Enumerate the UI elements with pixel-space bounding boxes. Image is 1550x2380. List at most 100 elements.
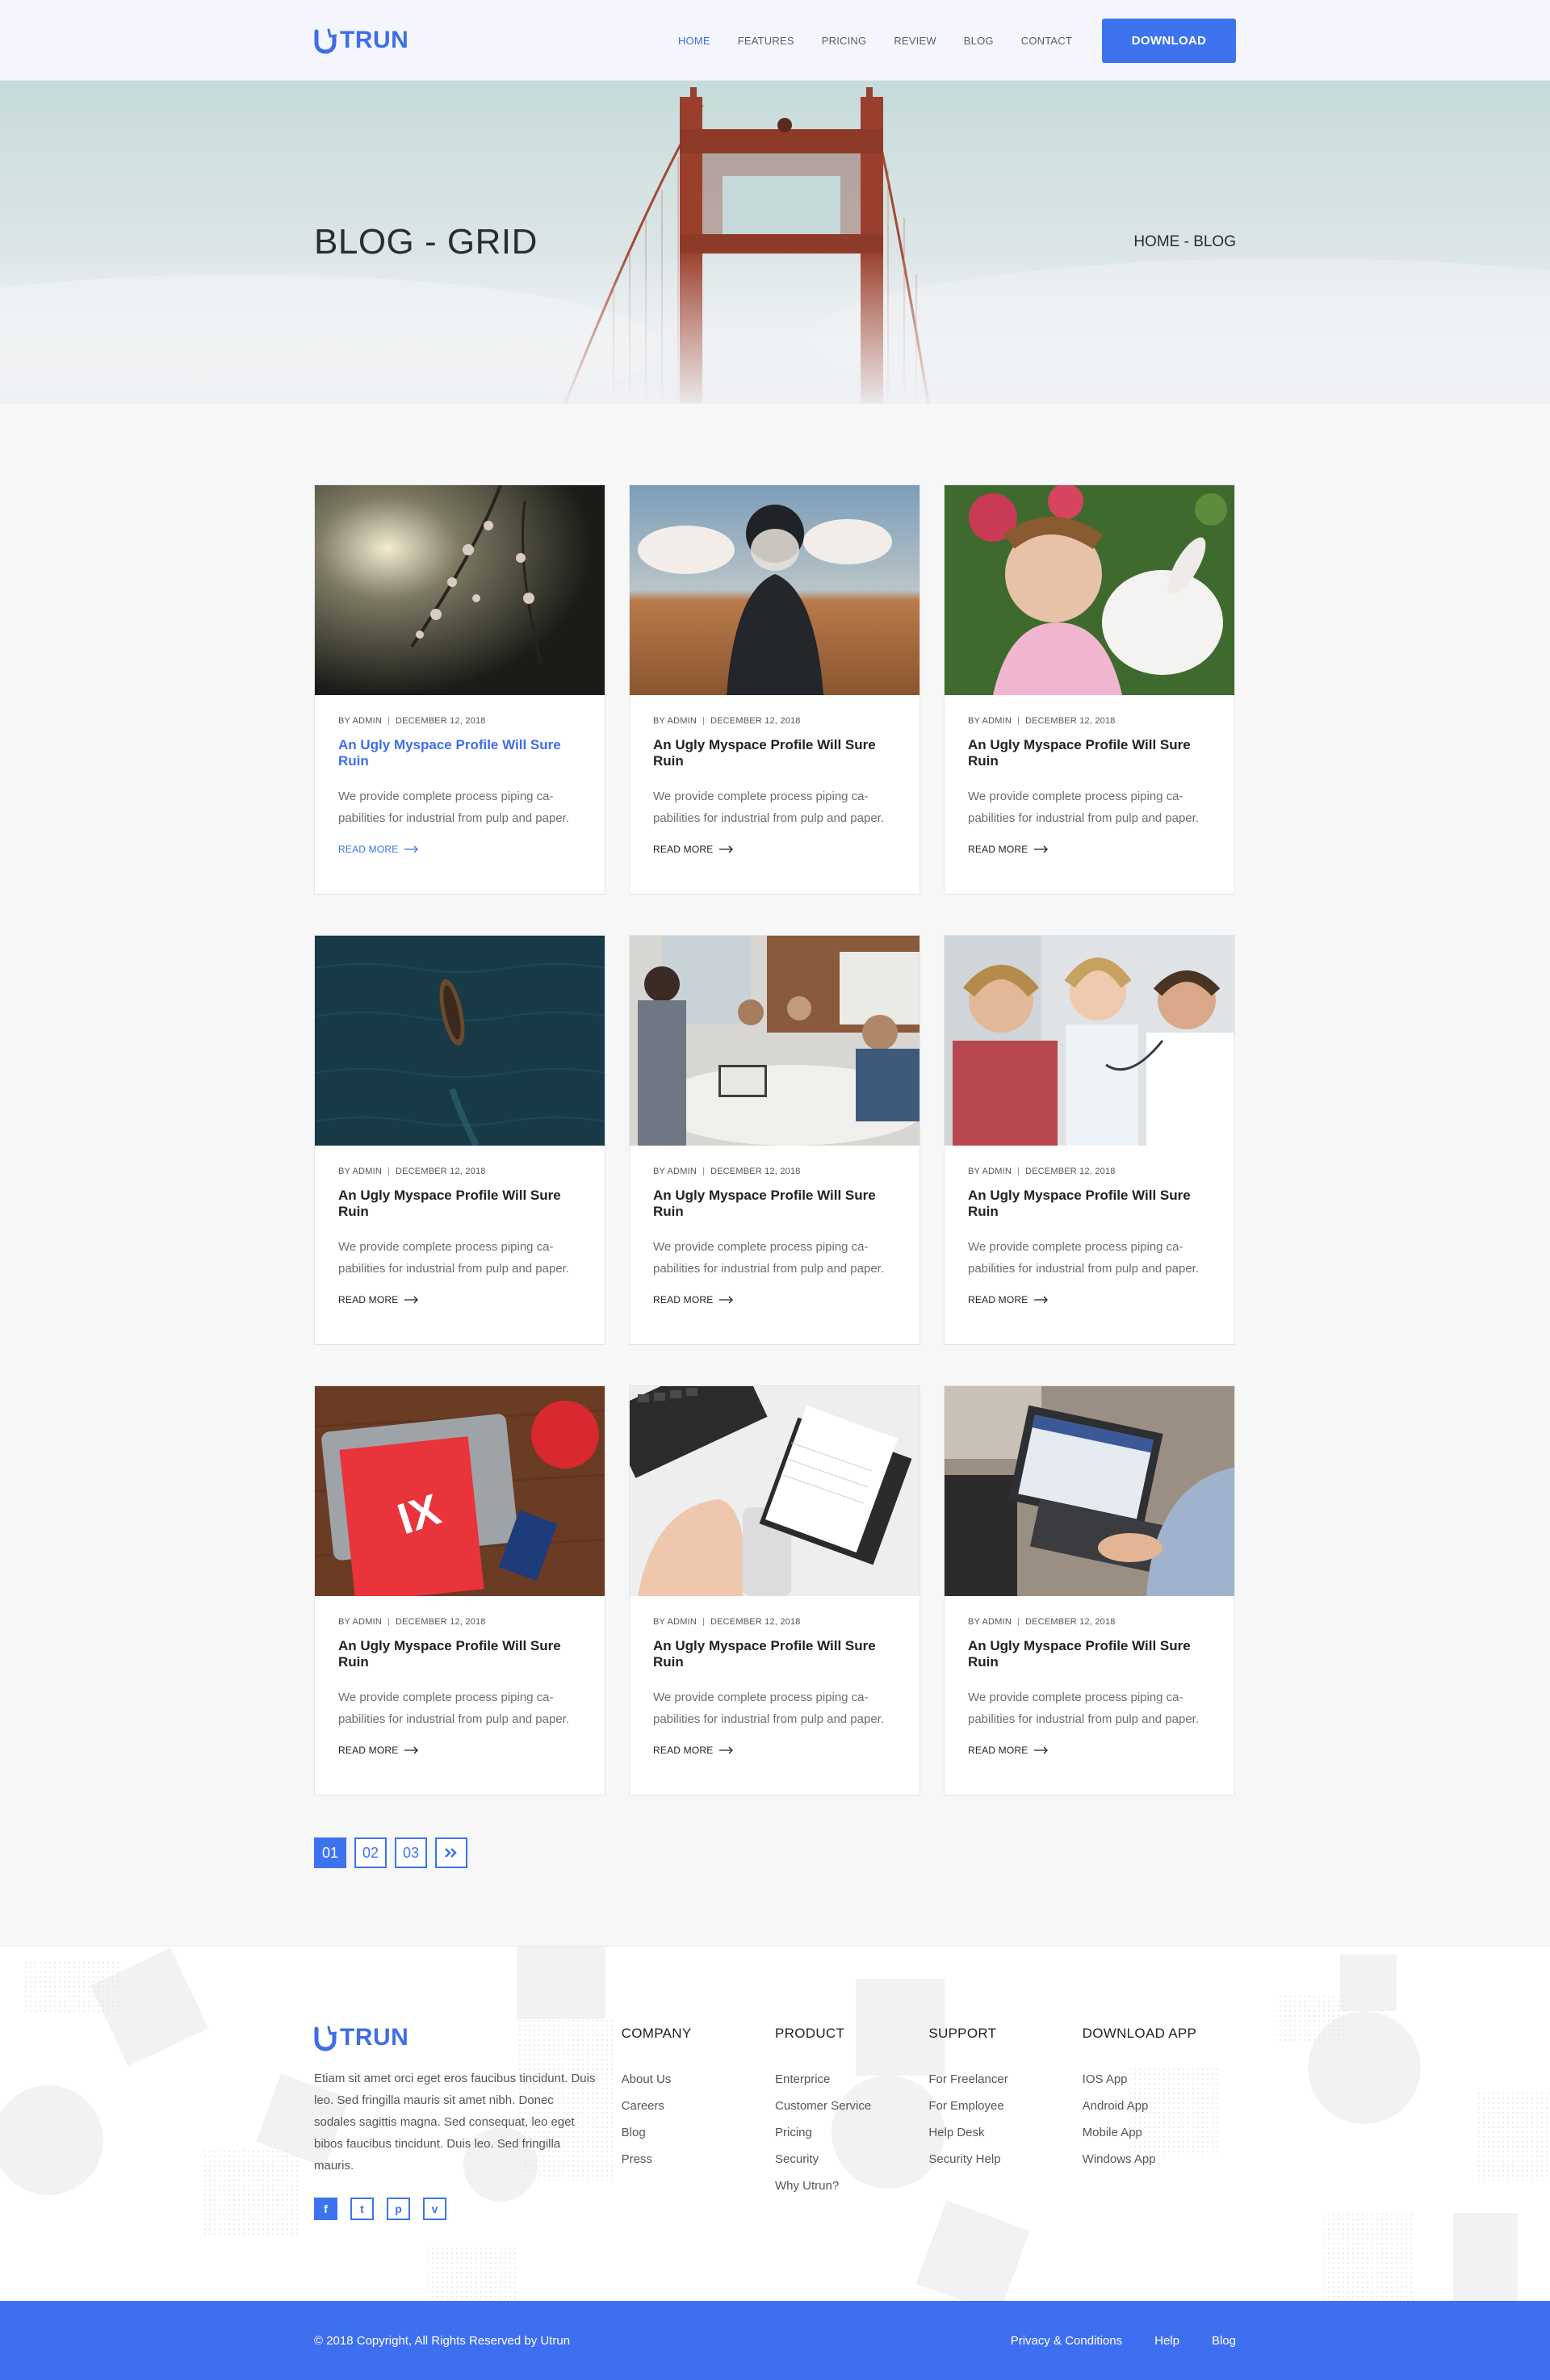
meta-separator	[388, 1618, 389, 1626]
footer-link[interactable]: For Freelancer	[928, 2066, 1082, 2093]
blog-link[interactable]: Blog	[1212, 2334, 1236, 2348]
vimeo-icon[interactable]: v	[423, 2198, 446, 2220]
arrow-right-icon	[1034, 1746, 1049, 1754]
read-more-link[interactable]: READ MORE	[338, 1745, 582, 1756]
post-title[interactable]: An Ugly Myspace Profile Will Sure Ruin	[968, 1188, 1212, 1220]
read-more-link[interactable]: READ MORE	[653, 1294, 897, 1305]
footer-link[interactable]: Mobile App	[1083, 2119, 1236, 2146]
blog-card[interactable]: BY ADMIN DECEMBER 12, 2018 An Ugly Myspac…	[629, 935, 920, 1345]
brand-logo[interactable]: TRUN	[314, 27, 408, 54]
footer-link[interactable]: About Us	[622, 2066, 775, 2093]
post-title[interactable]: An Ugly Myspace Profile Will Sure Ruin	[968, 737, 1212, 769]
footer-link[interactable]: Security	[775, 2146, 928, 2173]
nav-item-contact[interactable]: CONTACT	[1008, 35, 1086, 47]
footer-link[interactable]: Press	[622, 2146, 775, 2173]
post-title[interactable]: An Ugly Myspace Profile Will Sure Ruin	[338, 1638, 582, 1670]
blog-card[interactable]: BY ADMIN DECEMBER 12, 2018 An Ugly Myspac…	[944, 484, 1235, 895]
footer-logo[interactable]: TRUN	[314, 2024, 622, 2051]
post-author[interactable]: BY ADMIN	[338, 716, 382, 726]
nav-item-blog[interactable]: BLOG	[950, 35, 1008, 47]
meta-separator	[1017, 1618, 1019, 1626]
field-girl-photo[interactable]	[630, 485, 920, 695]
help-link[interactable]: Help	[1154, 2334, 1179, 2348]
blog-card[interactable]: BY ADMIN DECEMBER 12, 2018 An Ugly Myspac…	[629, 1385, 920, 1795]
read-more-link[interactable]: READ MORE	[968, 844, 1212, 855]
post-author[interactable]: BY ADMIN	[968, 1617, 1012, 1627]
workspace-photo[interactable]	[630, 1386, 920, 1596]
footer-link[interactable]: Pricing	[775, 2119, 928, 2146]
post-title[interactable]: An Ugly Myspace Profile Will Sure Ruin	[338, 737, 582, 769]
page-button-2[interactable]: 02	[354, 1837, 387, 1868]
footer-link[interactable]: Customer Service	[775, 2093, 928, 2119]
office-meeting-photo[interactable]	[630, 936, 920, 1146]
brand-logo-icon	[314, 2026, 337, 2051]
footer-link[interactable]: Why Utrun?	[775, 2173, 928, 2199]
girl-bunny-photo[interactable]	[945, 485, 1234, 695]
footer-link[interactable]: Enterprice	[775, 2066, 928, 2093]
footer-link[interactable]: Help Desk	[928, 2119, 1082, 2146]
nav-item-features[interactable]: FEATURES	[724, 35, 808, 47]
post-title[interactable]: An Ugly Myspace Profile Will Sure Ruin	[968, 1638, 1212, 1670]
footer-column-title: SUPPORT	[928, 2026, 997, 2041]
post-title[interactable]: An Ugly Myspace Profile Will Sure Ruin	[653, 1638, 897, 1670]
nav-item-review[interactable]: REVIEW	[880, 35, 949, 47]
read-more-link[interactable]: READ MORE	[338, 1294, 582, 1305]
read-more-link[interactable]: READ MORE	[338, 844, 582, 855]
arrow-right-icon	[719, 845, 734, 853]
footer-link[interactable]: Careers	[622, 2093, 775, 2119]
blog-card[interactable]: BY ADMIN DECEMBER 12, 2018 An Ugly Myspac…	[314, 484, 605, 895]
read-more-label: READ MORE	[653, 844, 714, 855]
post-excerpt: We provide complete process piping ca-pa…	[968, 790, 1199, 825]
breadcrumb[interactable]: HOME - BLOG	[1133, 233, 1236, 251]
post-excerpt: We provide complete process piping ca-pa…	[653, 790, 884, 825]
blog-card[interactable]: BY ADMIN DECEMBER 12, 2018 An Ugly Myspac…	[314, 935, 605, 1345]
post-author[interactable]: BY ADMIN	[968, 1167, 1012, 1176]
doctor-child-photo[interactable]	[945, 936, 1234, 1146]
pinterest-icon[interactable]: p	[387, 2198, 410, 2220]
privacy-link[interactable]: Privacy & Conditions	[1011, 2334, 1122, 2348]
post-author[interactable]: BY ADMIN	[338, 1167, 382, 1176]
footer-link[interactable]: Blog	[622, 2119, 775, 2146]
blog-card[interactable]: BY ADMIN DECEMBER 12, 2018 An Ugly Myspac…	[944, 935, 1235, 1345]
blossom-photo[interactable]	[315, 485, 605, 695]
post-excerpt: We provide complete process piping ca-pa…	[653, 1691, 884, 1726]
post-date: DECEMBER 12, 2018	[710, 1167, 801, 1176]
post-author[interactable]: BY ADMIN	[653, 716, 697, 726]
footer-column-title: COMPANY	[621, 2026, 692, 2041]
twitter-icon[interactable]: t	[350, 2198, 374, 2220]
read-more-link[interactable]: READ MORE	[653, 844, 897, 855]
meta-separator	[388, 1167, 389, 1175]
blog-card[interactable]: IX BY ADMIN DECEMBER 12, 2018 An Ugly Mys…	[314, 1385, 605, 1795]
page-button-3[interactable]: 03	[395, 1837, 427, 1868]
footer-link[interactable]: Windows App	[1083, 2146, 1236, 2173]
notebook-desk-photo[interactable]: IX	[315, 1386, 605, 1596]
post-author[interactable]: BY ADMIN	[653, 1617, 697, 1627]
read-more-link[interactable]: READ MORE	[653, 1745, 897, 1756]
read-more-label: READ MORE	[968, 844, 1028, 855]
nav-item-home[interactable]: HOME	[664, 35, 724, 47]
footer-link[interactable]: For Employee	[928, 2093, 1082, 2119]
boat-sea-photo[interactable]	[315, 936, 605, 1146]
read-more-label: READ MORE	[968, 1294, 1028, 1305]
footer-link[interactable]: Android App	[1083, 2093, 1236, 2119]
laptop-typing-photo[interactable]	[945, 1386, 1234, 1596]
post-excerpt: We provide complete process piping ca-pa…	[338, 1240, 569, 1276]
next-page-button[interactable]	[435, 1837, 467, 1868]
page-button-1[interactable]: 01	[314, 1837, 346, 1868]
download-button[interactable]: DOWNLOAD	[1102, 18, 1236, 63]
post-title[interactable]: An Ugly Myspace Profile Will Sure Ruin	[653, 1188, 897, 1220]
read-more-link[interactable]: READ MORE	[968, 1294, 1212, 1305]
facebook-icon[interactable]: f	[314, 2198, 337, 2220]
read-more-link[interactable]: READ MORE	[968, 1745, 1212, 1756]
nav-item-pricing[interactable]: PRICING	[808, 35, 881, 47]
blog-card[interactable]: BY ADMIN DECEMBER 12, 2018 An Ugly Myspac…	[944, 1385, 1235, 1795]
blog-card[interactable]: BY ADMIN DECEMBER 12, 2018 An Ugly Myspac…	[629, 484, 920, 895]
post-author[interactable]: BY ADMIN	[338, 1617, 382, 1627]
post-author[interactable]: BY ADMIN	[653, 1167, 697, 1176]
footer-link[interactable]: Security Help	[928, 2146, 1082, 2173]
post-author[interactable]: BY ADMIN	[968, 716, 1012, 726]
post-title[interactable]: An Ugly Myspace Profile Will Sure Ruin	[338, 1188, 582, 1220]
footer-link[interactable]: IOS App	[1083, 2066, 1236, 2093]
post-title[interactable]: An Ugly Myspace Profile Will Sure Ruin	[653, 737, 897, 769]
pagination: 01 02 03	[314, 1837, 1236, 1868]
